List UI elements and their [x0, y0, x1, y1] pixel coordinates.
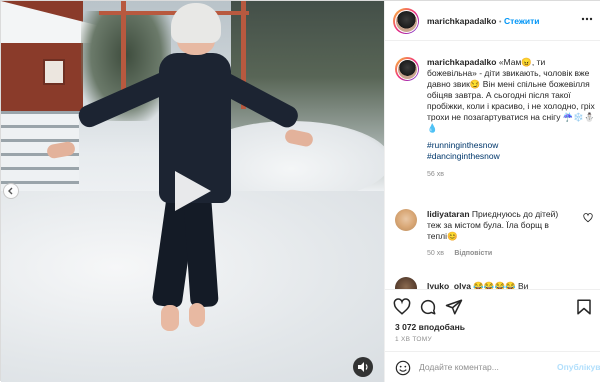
post-details-panel: marichkapadalko • Стежити marichkapadalk…	[384, 1, 600, 382]
heart-icon[interactable]	[393, 298, 411, 316]
post-timestamp: 1 ХВ ТОМУ	[395, 336, 432, 343]
caption-age: 56 хв	[427, 171, 444, 178]
comment-item: lidiyataran Приєднуюсь до дітей) теж за …	[395, 209, 600, 265]
emoji-icon[interactable]	[395, 360, 411, 376]
header-separator: •	[498, 19, 502, 26]
left-foot	[161, 305, 179, 331]
post-video[interactable]	[1, 1, 384, 382]
commenter-avatar[interactable]	[395, 209, 417, 231]
bookmark-icon[interactable]	[575, 298, 593, 316]
comment-username[interactable]: lidiyataran	[427, 209, 470, 219]
comment-age: 50 хв	[427, 250, 444, 257]
right-foot	[189, 303, 205, 327]
left-hand	[45, 140, 77, 160]
comment-icon[interactable]	[419, 298, 437, 316]
caption: marichkapadalko «Мам😠, ти божевільна» - …	[395, 57, 595, 207]
play-icon[interactable]	[169, 169, 213, 213]
likes-count[interactable]: 3 072 вподобань	[395, 322, 465, 332]
caption-username[interactable]: marichkapadalko	[427, 57, 496, 67]
speaker-icon[interactable]	[353, 357, 373, 377]
more-options-icon[interactable]	[581, 15, 593, 23]
post-actions: 3 072 вподобань 1 ХВ ТОМУ	[385, 289, 600, 349]
add-comment-bar: Опублікувати	[385, 351, 600, 382]
instagram-post: marichkapadalko • Стежити marichkapadalk…	[0, 0, 600, 382]
comment-input[interactable]	[419, 358, 549, 376]
comment-text: 😂😂😂😂 Ви	[473, 281, 529, 289]
author-avatar[interactable]	[393, 8, 419, 34]
comments-section: marichkapadalko «Мам😠, ти божевільна» - …	[385, 41, 600, 289]
chevron-left-icon[interactable]	[3, 183, 19, 199]
follow-button[interactable]: Стежити	[504, 16, 540, 26]
white-hat	[171, 3, 221, 43]
right-hand	[283, 128, 315, 148]
comment-like-heart-icon[interactable]	[583, 213, 593, 223]
commenter-avatar[interactable]	[395, 277, 417, 289]
author-username[interactable]: marichkapadalko	[427, 16, 496, 26]
reply-button[interactable]: Відповісти	[454, 250, 492, 257]
caption-text: «Мам😠, ти божевільна» - діти звикають, ч…	[427, 57, 595, 133]
publish-button[interactable]: Опублікувати	[557, 362, 600, 372]
hashtag-running[interactable]: #runninginthesnow	[427, 140, 595, 151]
caption-avatar[interactable]	[395, 57, 419, 81]
post-header: marichkapadalko • Стежити	[385, 1, 600, 41]
share-icon[interactable]	[445, 298, 463, 316]
comment-item: lyuko_olya 😂😂😂😂 Ви	[395, 277, 600, 289]
comment-username[interactable]: lyuko_olya	[427, 281, 471, 289]
hashtag-dancing[interactable]: #dancinginthesnow	[427, 151, 595, 162]
